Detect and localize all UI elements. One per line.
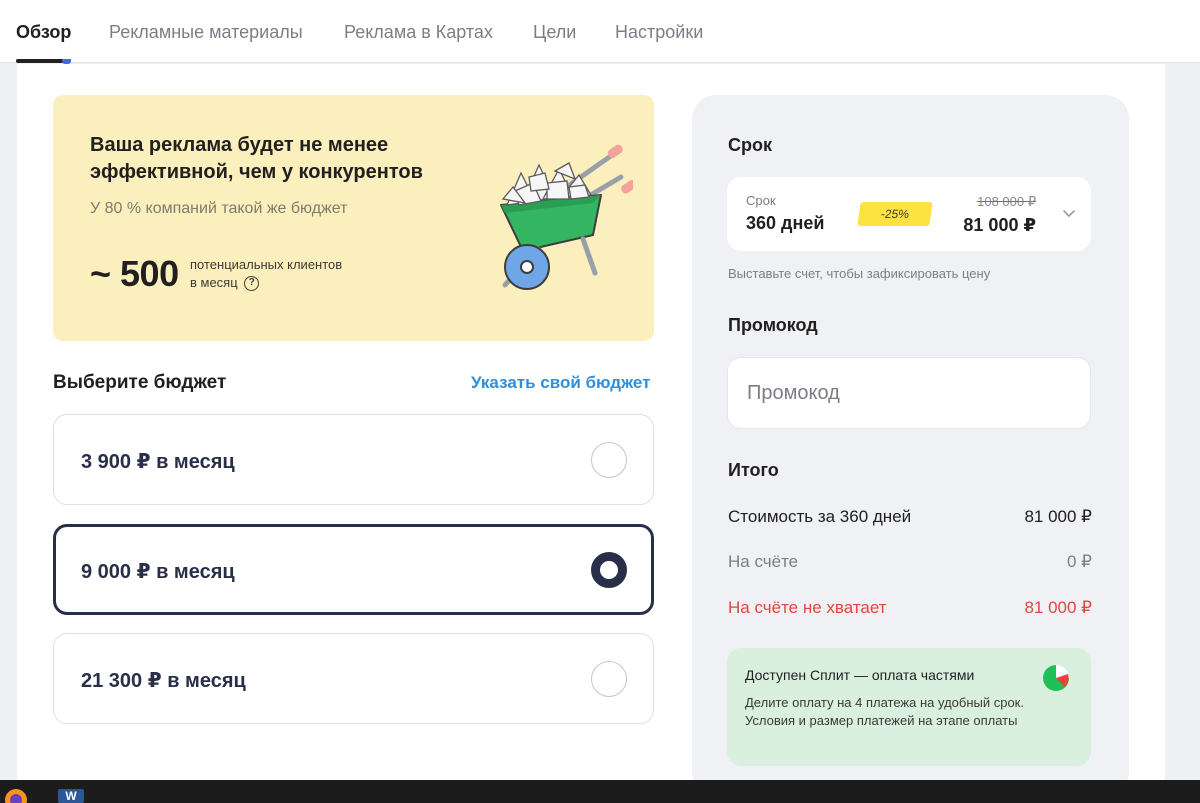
budget-option-3900[interactable]: 3 900 ₽ в месяц [53,414,654,505]
deficit-row: На счёте не хватает 81 000 ₽ [728,598,1092,618]
radio-button[interactable] [591,442,627,478]
tab-settings[interactable]: Настройки [615,22,703,43]
tab-maps-ads[interactable]: Реклама в Картах [344,22,493,43]
budget-option-label: 3 900 ₽ в месяц [81,451,235,473]
tab-ad-materials[interactable]: Рекламные материалы [109,22,303,43]
help-icon[interactable]: ? [244,276,260,292]
reach-value: ~ 500 [90,253,179,294]
top-navigation: Обзор Рекламные материалы Реклама в Карт… [0,0,1200,64]
radio-button-selected[interactable] [591,552,627,588]
term-select[interactable]: Срок 360 дней -25% 108 000 ₽ 81 000 ₽ [727,177,1091,251]
chevron-down-icon[interactable] [1062,207,1076,221]
reach-caption: потенциальных клиентов в месяц ? [190,256,342,292]
word-app-icon[interactable]: W [58,789,84,803]
tab-overview[interactable]: Обзор [16,22,71,43]
browser-icon[interactable] [2,786,30,803]
promocode-heading: Промокод [728,315,818,335]
deficit-label: На счёте не хватает [728,598,887,617]
balance-value: 0 ₽ [1067,552,1092,571]
forecast-card: Ваша реклама будет не менее эффективной,… [53,95,654,341]
term-value: 360 дней [746,213,825,233]
reach-caption-line1: потенциальных клиентов [190,257,343,272]
order-summary-panel: Срок Срок 360 дней -25% 108 000 ₽ 81 000… [692,95,1129,795]
budget-title: Выберите бюджет [53,372,227,393]
budget-option-9000[interactable]: 9 000 ₽ в месяц [53,524,654,615]
promocode-input[interactable] [727,357,1091,429]
radio-button[interactable] [591,661,627,697]
reach-caption-line2: в месяц [190,275,238,290]
forecast-title: Ваша реклама будет не менее эффективной,… [90,134,423,183]
split-title: Доступен Сплит — оплата частями [745,667,975,683]
balance-row: На счёте 0 ₽ [728,552,1092,572]
os-taskbar [0,780,1200,803]
new-price: 81 000 ₽ [963,215,1036,235]
split-payment-banner[interactable]: Доступен Сплит — оплата частями Делите о… [727,648,1091,766]
tab-goals[interactable]: Цели [533,22,576,43]
term-hint: Выставьте счет, чтобы зафиксировать цену [728,266,991,281]
term-heading: Срок [728,135,772,155]
discount-badge: -25% [857,202,933,226]
cost-row: Стоимость за 360 дней 81 000 ₽ [728,507,1092,527]
deficit-value: 81 000 ₽ [1024,598,1092,617]
budget-option-label: 9 000 ₽ в месяц [81,561,235,583]
split-text: Делите оплату на 4 платежа на удобный ср… [745,695,1024,728]
budget-option-label: 21 300 ₽ в месяц [81,670,246,692]
budget-option-21300[interactable]: 21 300 ₽ в месяц [53,633,654,724]
balance-label: На счёте [728,552,799,571]
split-logo-icon [1043,665,1069,691]
cost-label: Стоимость за 360 дней [728,507,912,526]
custom-budget-link[interactable]: Указать свой бюджет [471,373,651,393]
cost-value: 81 000 ₽ [1024,507,1092,526]
term-label: Срок [746,193,776,208]
total-heading: Итого [728,460,779,480]
wheelbarrow-illustration [500,144,633,290]
old-price: 108 000 ₽ [977,194,1036,209]
forecast-subtitle: У 80 % компаний такой же бюджет [90,200,348,217]
